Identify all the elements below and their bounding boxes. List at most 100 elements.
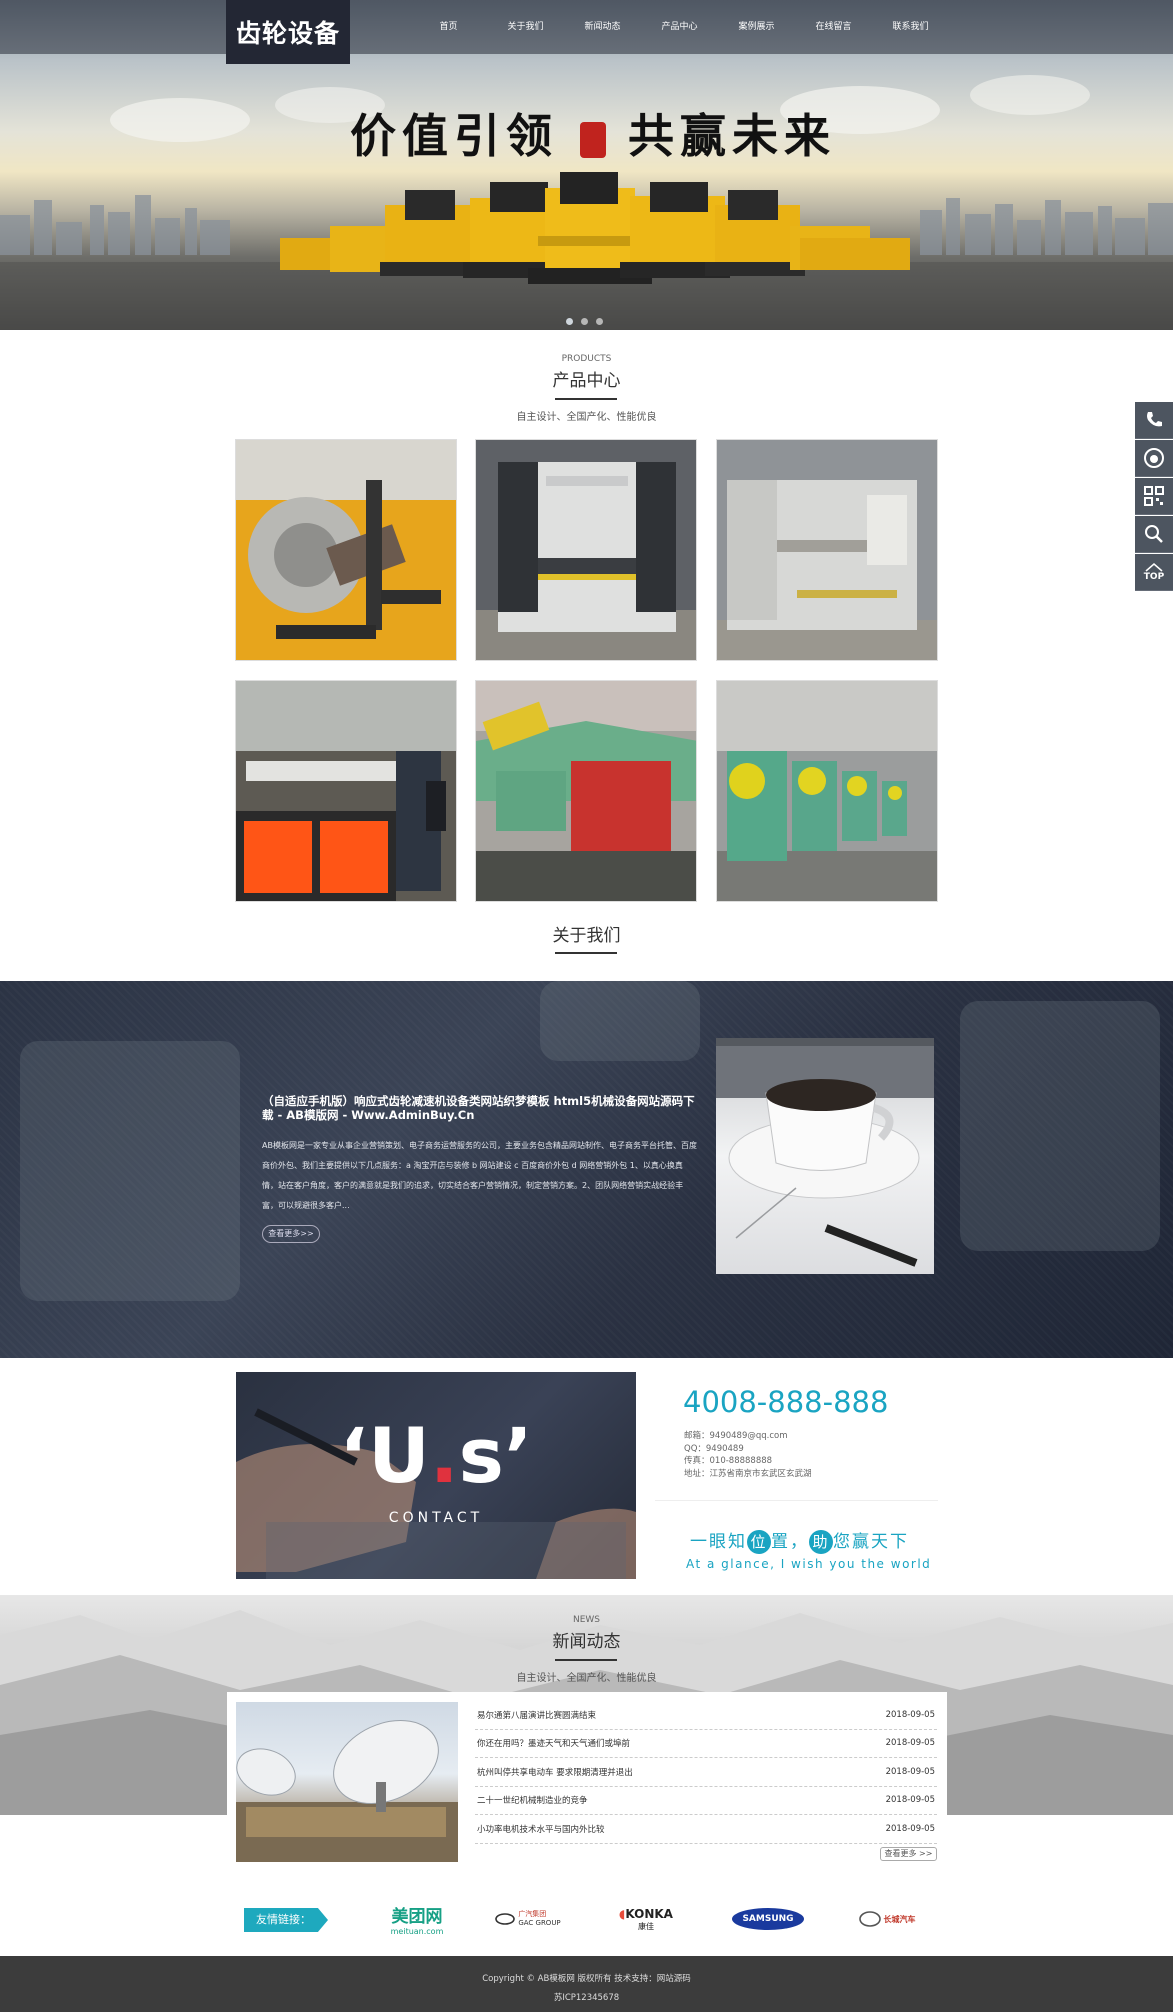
news-item-title[interactable]: 杭州叫停共享电动车 要求限期清理并退出 [477,1766,633,1778]
news-item[interactable]: 易尔通第八届演讲比赛圆满结束 2018-09-05 [475,1701,937,1730]
product-card[interactable] [716,439,938,661]
headset-icon [1144,448,1164,468]
side-search-button[interactable] [1135,516,1173,553]
partner-name: SAMSUNG [732,1908,804,1930]
footer-icp[interactable]: 苏ICP12345678 [0,1991,1173,2003]
search-icon [1145,525,1163,543]
contact-us-word: ‘U.s’ [339,1411,533,1500]
contact-slogan-en: At a glance, I wish you the world [686,1557,932,1571]
slogan-part: 一眼知 [690,1532,747,1552]
news-item[interactable]: 二十一世纪机械制造业的竞争 2018-09-05 [475,1787,937,1815]
product-card[interactable] [475,680,697,902]
product-image [717,440,937,660]
nav-item-home[interactable]: 首页 [410,0,487,54]
banner-slogan: 价值引领 共赢未来 [350,100,836,166]
news-item[interactable]: 小功率电机技术水平与国内外比较 2018-09-05 [475,1815,937,1844]
site-footer: Copyright © AB模板网 版权所有 技术支持：网站源码 苏ICP123… [0,1956,1173,2012]
product-card[interactable] [716,680,938,902]
product-image [236,440,456,660]
background-chair [540,981,700,1061]
nav-item-products[interactable]: 产品中心 [641,0,718,54]
coffee-cup-illustration [716,1038,934,1267]
about-divider [555,952,617,954]
nav-item-message[interactable]: 在线留言 [795,0,872,54]
news-item[interactable]: 杭州叫停共享电动车 要求限期清理并退出 2018-09-05 [475,1758,937,1787]
news-item-date: 2018-09-05 [885,1766,935,1777]
banner-dot-1[interactable] [566,318,573,325]
partner-sub: GAC GROUP [518,1919,561,1927]
contact-info: 邮箱：9490489@qq.com QQ：9490489 传真：010-8888… [684,1430,812,1480]
contact-slogan: 一眼知位置，助您赢天下 [690,1527,909,1554]
news-more-button[interactable]: 查看更多 >> [880,1847,937,1861]
gac-logo-icon [495,1913,516,1925]
contact-address: 地址：江苏省南京市玄武区玄武湖 [684,1468,812,1479]
products-title: 产品中心 [552,371,621,391]
product-card[interactable] [475,439,697,661]
contact-banner: ‘U.s’ CONTACT [236,1372,636,1579]
side-qrcode-button[interactable] [1135,478,1173,515]
news-item-date: 2018-09-05 [885,1823,935,1834]
about-section: （自适应手机版）响应式齿轮减速机设备类网站织梦模板 html5机械设备网站源码下… [0,981,1173,1358]
product-card[interactable] [235,680,457,902]
partner-name: 长城汽车 [883,1914,916,1924]
background-chair [20,1041,240,1301]
partner-name: KONKA [625,1906,673,1921]
product-image [717,681,937,901]
side-top-button[interactable]: TOP [1135,554,1173,591]
banner-dot-2[interactable] [581,318,588,325]
nav-item-cases[interactable]: 案例展示 [718,0,795,54]
products-subtitle: 自主设计、全国产化、性能优良 [516,412,657,423]
site-header: 齿轮设备 首页 关于我们 新闻动态 产品中心 案例展示 在线留言 联系我们 [0,0,1173,64]
nav-item-contact[interactable]: 联系我们 [872,0,949,54]
slogan-part: 您赢天下 [833,1532,909,1552]
friend-links-label: 友情链接： [244,1908,328,1932]
partner-sub: meituan.com [390,1927,444,1936]
news-title: 新闻动态 [552,1632,621,1652]
main-nav: 首页 关于我们 新闻动态 产品中心 案例展示 在线留言 联系我们 [410,0,949,54]
side-phone-button[interactable] [1135,402,1173,439]
slogan-part: 置， [771,1532,809,1552]
about-heading[interactable]: （自适应手机版）响应式齿轮减速机设备类网站织梦模板 html5机械设备网站源码下… [262,1094,702,1122]
about-description: AB模板网是一家专业从事企业营销策划、电子商务运营服务的公司，主要业务包含精品网… [262,1141,697,1210]
products-divider [555,398,617,400]
contact-qq: QQ：9490489 [684,1443,744,1454]
about-image [716,1038,934,1274]
slogan-highlight: 助 [809,1530,833,1554]
news-item-date: 2018-09-05 [885,1738,935,1749]
news-divider [555,1659,617,1661]
news-item-title[interactable]: 小功率电机技术水平与国内外比较 [477,1823,605,1835]
side-service-button[interactable] [1135,440,1173,477]
partner-logo-gac[interactable]: 广汽集团 GAC GROUP [488,1900,568,1938]
banner-dot-3[interactable] [596,318,603,325]
news-item-title[interactable]: 二十一世纪机械制造业的竞争 [477,1794,588,1806]
news-item-title[interactable]: 易尔通第八届演讲比赛圆满结束 [477,1709,596,1721]
greatwall-logo-icon [858,1911,881,1927]
about-more-button[interactable]: 查看更多>> [262,1225,320,1243]
contact-phone[interactable]: 4008-888-888 [683,1385,888,1419]
news-subtitle: 自主设计、全国产化、性能优良 [516,1673,657,1684]
site-logo[interactable]: 齿轮设备 [226,0,350,64]
slogan-highlight: 位 [747,1530,771,1554]
partner-logo-greatwall[interactable]: 长城汽车 [850,1900,924,1938]
news-en-title: NEWS [572,1615,601,1625]
about-title: 关于我们 [552,926,621,946]
nav-item-news[interactable]: 新闻动态 [564,0,641,54]
news-item[interactable]: 你还在用吗？墨迹天气和天气通们或埠前 2018-09-05 [475,1730,937,1758]
news-item-title[interactable]: 你还在用吗？墨迹天气和天气通们或埠前 [477,1737,630,1749]
partner-logo-samsung[interactable]: SAMSUNG [730,1900,806,1938]
phone-icon [1147,412,1162,427]
satellite-dish-photo [236,1719,458,1862]
news-list: 易尔通第八届演讲比赛圆满结束 2018-09-05 你还在用吗？墨迹天气和天气通们… [475,1701,937,1844]
banner-slogan-right: 共赢未来 [628,109,836,163]
contact-email[interactable]: 邮箱：9490489@qq.com [684,1430,812,1443]
nav-item-about[interactable]: 关于我们 [487,0,564,54]
banner-pagination [566,318,603,325]
partner-logo-konka[interactable]: ◖KONKA 康佳 [606,1900,686,1938]
contact-fax: 传真：010-88888888 [684,1456,773,1466]
top-label: TOP [1143,572,1165,582]
banner-slogan-left: 价值引领 [350,109,558,163]
product-card[interactable] [235,439,457,661]
news-image[interactable] [236,1702,458,1862]
partner-logo-meituan[interactable]: 美团网 meituan.com [372,1900,462,1938]
qrcode-icon [1144,486,1164,506]
